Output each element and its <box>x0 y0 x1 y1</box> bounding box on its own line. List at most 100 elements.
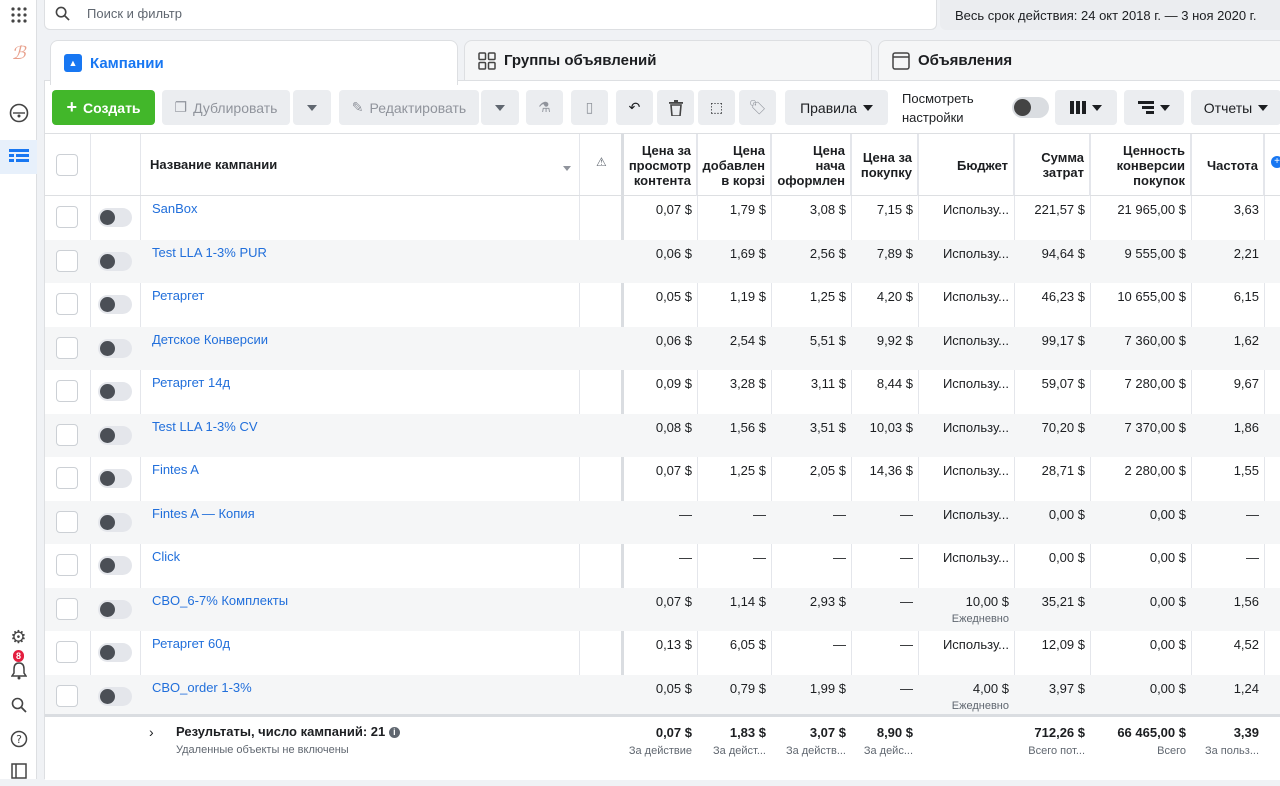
campaign-name-link[interactable]: Test LLA 1-3% CV <box>152 419 258 434</box>
apps-grid-icon[interactable] <box>0 0 37 30</box>
chevron-down-icon <box>1160 104 1170 111</box>
column-header-cost-per-checkout[interactable]: Цена нача оформлен <box>772 134 851 196</box>
campaign-name-link[interactable]: CBO_order 1-3% <box>152 680 252 695</box>
row-checkbox[interactable] <box>56 336 78 359</box>
campaign-status-toggle[interactable] <box>98 469 132 488</box>
info-icon[interactable]: i <box>388 727 400 738</box>
table-row[interactable]: Fintes A — Копия — — — — Использу... 0,00 $ 0,0… <box>45 500 1280 544</box>
table-row[interactable]: SanBox 0,07 $ 1,79 $ 3,08 $ 7,15 $ Использу..… <box>45 196 1280 240</box>
campaign-status-toggle[interactable] <box>98 686 132 706</box>
table-row[interactable]: Ретаргет 14д 0,09 $ 3,28 $ 3,11 $ 8,44 $ Испо… <box>45 370 1280 414</box>
table-row[interactable]: Ретаргет 60д 0,13 $ 6,05 $ — — Использу... 12,… <box>45 631 1280 675</box>
sort-caret-icon[interactable] <box>563 158 571 176</box>
table-row[interactable]: Детское Конверсии 0,06 $ 2,54 $ 5,51 $ 9,92 … <box>45 326 1280 370</box>
notifications-bell-icon[interactable]: 8 <box>0 650 37 686</box>
campaign-name-link[interactable]: Click <box>152 549 180 564</box>
chevron-down-icon <box>1258 104 1269 111</box>
campaign-status-toggle[interactable] <box>98 425 132 445</box>
add-column-icon[interactable]: + <box>1271 156 1280 168</box>
cell-checkout: 2,56 $ <box>809 245 846 261</box>
campaign-name-link[interactable]: SanBox <box>152 201 198 216</box>
select-all-checkbox[interactable] <box>56 154 78 176</box>
campaign-status-toggle[interactable] <box>98 382 132 401</box>
tab-ad-sets[interactable]: Группы объявлений <box>464 40 872 80</box>
table-row[interactable]: Click — — — — Использу... 0,00 $ 0,00 $ — <box>45 544 1280 588</box>
archive-button[interactable]: ▯ <box>571 90 608 125</box>
campaign-status-toggle[interactable] <box>98 512 132 532</box>
column-header-spend[interactable]: Сумма затрат <box>1015 134 1090 196</box>
row-checkbox[interactable] <box>56 293 78 315</box>
tab-ads[interactable]: Объявления <box>878 40 1280 80</box>
create-button[interactable]: + Создать <box>52 90 155 125</box>
campaign-name-link[interactable]: Fintes A — Копия <box>152 506 255 521</box>
row-checkbox[interactable] <box>56 597 78 620</box>
cell-purchase: 10,03 $ <box>869 419 913 435</box>
column-header-cost-per-add-to-cart[interactable]: Цена добавлен в корзі <box>698 134 771 196</box>
row-checkbox[interactable] <box>56 641 78 663</box>
campaign-name-link[interactable]: Детское Конверсии <box>152 332 268 347</box>
campaign-status-toggle[interactable] <box>98 251 132 271</box>
campaign-name-link[interactable]: Ретаргет 14д <box>152 375 230 390</box>
columns-dropdown[interactable] <box>1055 90 1117 125</box>
delete-button[interactable] <box>657 90 694 125</box>
duplicate-dropdown-button[interactable] <box>293 90 331 125</box>
expand-chevron-icon[interactable]: › <box>149 724 154 740</box>
reports-dropdown[interactable]: Отчеты <box>1191 90 1280 125</box>
view-settings-toggle[interactable] <box>1012 97 1049 118</box>
breakdown-dropdown[interactable] <box>1124 90 1184 125</box>
account-logo-icon[interactable]: ℬ <box>0 38 37 68</box>
row-checkbox[interactable] <box>56 510 78 533</box>
table-row[interactable]: Test LLA 1-3% PUR 0,06 $ 1,69 $ 2,56 $ 7,89 … <box>45 239 1280 283</box>
edit-dropdown-button[interactable] <box>481 90 519 125</box>
tab-campaigns[interactable]: ▲ Кампании <box>50 40 458 85</box>
row-checkbox[interactable] <box>56 467 78 489</box>
search-icon[interactable] <box>0 690 37 720</box>
column-header-cost-per-purchase[interactable]: Цена за покупку <box>852 134 918 196</box>
preview-button[interactable]: ⬚ <box>698 90 735 125</box>
row-checkbox[interactable] <box>56 380 78 402</box>
warning-icon[interactable]: ⚠ <box>596 155 607 169</box>
search-input[interactable] <box>87 6 787 21</box>
table-row[interactable]: Fintes A 0,07 $ 1,25 $ 2,05 $ 14,36 $ Использ… <box>45 457 1280 501</box>
undo-button[interactable]: ↶ <box>616 90 653 125</box>
dashboard-gauge-icon[interactable] <box>0 98 37 128</box>
row-checkbox[interactable] <box>56 684 78 707</box>
table-row[interactable]: CBO_order 1-3% 0,05 $ 0,79 $ 1,99 $ — 4,00 $ 3… <box>45 674 1280 718</box>
report-icon[interactable] <box>0 756 37 786</box>
settings-gear-icon[interactable]: ⚙ <box>0 622 37 652</box>
row-checkbox[interactable] <box>56 554 78 576</box>
ads-manager-table-icon[interactable] <box>0 140 37 174</box>
campaign-status-toggle[interactable] <box>98 338 132 358</box>
row-checkbox[interactable] <box>56 206 78 228</box>
table-row[interactable]: CBO_6-7% Комплекты 0,07 $ 1,14 $ 2,93 $ — 10,… <box>45 587 1280 631</box>
campaign-status-toggle[interactable] <box>98 599 132 619</box>
campaign-status-toggle[interactable] <box>98 208 132 227</box>
ab-test-button[interactable]: ⚗ <box>526 90 563 125</box>
campaign-name-link[interactable]: Fintes A <box>152 462 199 477</box>
campaign-name-link[interactable]: CBO_6-7% Комплекты <box>152 593 288 608</box>
table-row[interactable]: Ретаргет 0,05 $ 1,19 $ 1,25 $ 4,20 $ Использу… <box>45 283 1280 327</box>
campaign-status-toggle[interactable] <box>98 295 132 314</box>
edit-button[interactable]: ✎ Редактировать <box>339 90 479 125</box>
campaign-status-toggle[interactable] <box>98 643 132 662</box>
column-header-cost-per-view[interactable]: Цена за просмотр контента <box>623 134 697 196</box>
column-header-budget[interactable]: Бюджет <box>919 134 1014 196</box>
table-row[interactable]: Test LLA 1-3% CV 0,08 $ 1,56 $ 3,51 $ 10,03 … <box>45 413 1280 457</box>
rules-dropdown[interactable]: Правила <box>785 90 888 125</box>
help-icon[interactable]: ? <box>0 724 37 754</box>
row-checkbox[interactable] <box>56 249 78 272</box>
cell-cart: 1,25 $ <box>729 463 766 478</box>
column-header-frequency[interactable]: Частота <box>1192 134 1264 196</box>
view-settings-line2: настройки <box>902 110 964 125</box>
campaign-name-link[interactable]: Ретаргет 60д <box>152 636 230 651</box>
column-header-name[interactable]: Название кампании <box>150 157 277 172</box>
campaign-name-link[interactable]: Ретаргет <box>152 288 204 303</box>
cell-cart: 2,54 $ <box>729 332 766 348</box>
campaign-status-toggle[interactable] <box>98 556 132 575</box>
duplicate-button[interactable]: ❐ Дублировать <box>162 90 290 125</box>
column-header-purchase-value[interactable]: Ценность конверсии покупок <box>1091 134 1191 196</box>
tag-button[interactable]: 🏷 <box>739 90 776 125</box>
row-checkbox[interactable] <box>56 423 78 446</box>
campaign-name-link[interactable]: Test LLA 1-3% PUR <box>152 245 267 260</box>
date-range-picker[interactable]: Весь срок действия: 24 окт 2018 г. — 3 н… <box>940 0 1280 30</box>
